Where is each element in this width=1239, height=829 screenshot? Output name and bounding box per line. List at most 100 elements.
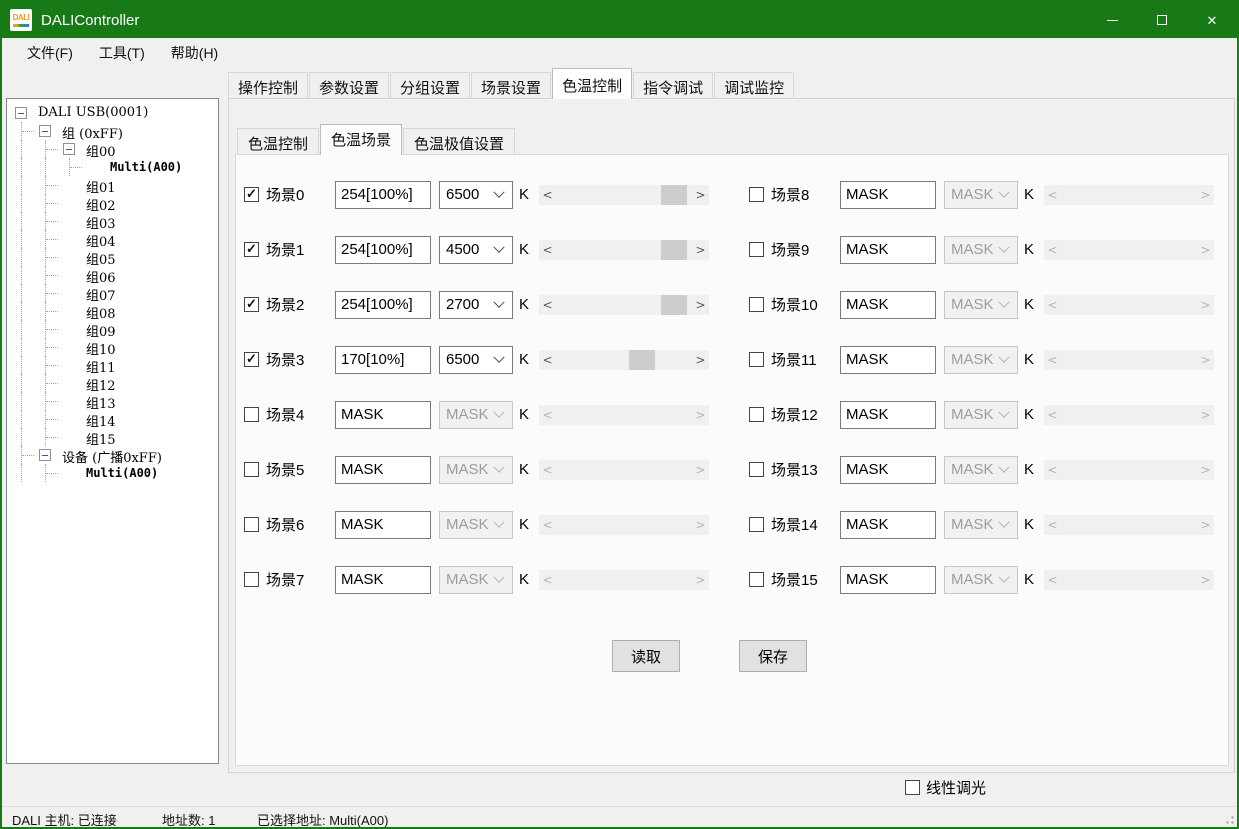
scene-scrollbar[interactable]: < > bbox=[1044, 350, 1214, 370]
tab-调试监控[interactable]: 调试监控 bbox=[714, 72, 794, 99]
tree-item[interactable]: Multi(A00) bbox=[7, 464, 218, 482]
scene-scrollbar[interactable]: < > bbox=[539, 405, 709, 425]
tab-色温极值设置[interactable]: 色温极值设置 bbox=[403, 128, 515, 155]
tab-指令调试[interactable]: 指令调试 bbox=[633, 72, 713, 99]
scene-checkbox[interactable]: ✓ bbox=[244, 517, 259, 532]
tree-item[interactable]: 组13 bbox=[7, 392, 218, 410]
tab-参数设置[interactable]: 参数设置 bbox=[309, 72, 389, 99]
scroll-right-icon[interactable]: > bbox=[1197, 570, 1214, 590]
tree-item-label[interactable]: Multi(A00) bbox=[110, 160, 182, 174]
tree-item[interactable]: DALI USB(0001) bbox=[7, 104, 218, 122]
scene-scrollbar[interactable]: < > bbox=[539, 460, 709, 480]
kelvin-dropdown[interactable]: 4500 bbox=[439, 236, 513, 264]
tree-item[interactable]: Multi(A00) bbox=[7, 158, 218, 176]
scene-scrollbar[interactable]: < > bbox=[1044, 240, 1214, 260]
linear-dimming-checkbox[interactable]: ✓ 线性调光 bbox=[905, 777, 986, 798]
scrollbar-thumb[interactable] bbox=[629, 350, 655, 370]
collapse-icon[interactable] bbox=[39, 125, 51, 137]
kelvin-dropdown[interactable]: MASK bbox=[944, 401, 1018, 429]
kelvin-dropdown[interactable]: 6500 bbox=[439, 181, 513, 209]
scene-checkbox[interactable]: ✓ bbox=[749, 297, 764, 312]
tree-item[interactable]: 组05 bbox=[7, 248, 218, 266]
scene-value-input[interactable] bbox=[840, 401, 936, 429]
scene-value-input[interactable] bbox=[335, 511, 431, 539]
scene-checkbox[interactable]: ✓ bbox=[749, 572, 764, 587]
tab-色温场景[interactable]: 色温场景 bbox=[320, 124, 402, 155]
scroll-right-icon[interactable]: > bbox=[692, 405, 709, 425]
menu-item[interactable]: 工具(T) bbox=[86, 38, 158, 68]
scroll-left-icon[interactable]: < bbox=[1044, 350, 1061, 370]
menu-item[interactable]: 帮助(H) bbox=[158, 38, 231, 68]
scene-checkbox[interactable]: ✓ bbox=[749, 352, 764, 367]
scroll-right-icon[interactable]: > bbox=[692, 295, 709, 315]
scroll-left-icon[interactable]: < bbox=[539, 405, 556, 425]
kelvin-dropdown[interactable]: 6500 bbox=[439, 346, 513, 374]
tree-item[interactable]: 组07 bbox=[7, 284, 218, 302]
menu-item[interactable]: 文件(F) bbox=[14, 38, 86, 68]
scene-value-input[interactable] bbox=[335, 346, 431, 374]
scroll-right-icon[interactable]: > bbox=[1197, 405, 1214, 425]
tree-item[interactable]: 组12 bbox=[7, 374, 218, 392]
tree-item-label[interactable]: DALI USB(0001) bbox=[38, 105, 148, 120]
scene-value-input[interactable] bbox=[840, 291, 936, 319]
scene-checkbox[interactable]: ✓ bbox=[749, 242, 764, 257]
scene-scrollbar[interactable]: < > bbox=[539, 185, 709, 205]
minimize-button[interactable] bbox=[1087, 2, 1137, 38]
tab-场景设置[interactable]: 场景设置 bbox=[471, 72, 551, 99]
scene-scrollbar[interactable]: < > bbox=[539, 295, 709, 315]
kelvin-dropdown[interactable]: MASK bbox=[944, 291, 1018, 319]
scene-checkbox[interactable]: ✓ bbox=[749, 407, 764, 422]
tree-item[interactable]: 组04 bbox=[7, 230, 218, 248]
kelvin-dropdown[interactable]: MASK bbox=[944, 181, 1018, 209]
scrollbar-thumb[interactable] bbox=[661, 185, 687, 205]
kelvin-dropdown[interactable]: MASK bbox=[944, 456, 1018, 484]
tree-item[interactable]: 组15 bbox=[7, 428, 218, 446]
scroll-right-icon[interactable]: > bbox=[1197, 240, 1214, 260]
close-button[interactable]: ✕ bbox=[1187, 2, 1237, 38]
kelvin-dropdown[interactable]: MASK bbox=[439, 401, 513, 429]
scroll-left-icon[interactable]: < bbox=[1044, 405, 1061, 425]
kelvin-dropdown[interactable]: MASK bbox=[439, 566, 513, 594]
scene-value-input[interactable] bbox=[840, 566, 936, 594]
maximize-button[interactable] bbox=[1137, 2, 1187, 38]
scene-value-input[interactable] bbox=[840, 236, 936, 264]
scene-scrollbar[interactable]: < > bbox=[539, 515, 709, 535]
scroll-left-icon[interactable]: < bbox=[1044, 295, 1061, 315]
scroll-right-icon[interactable]: > bbox=[692, 570, 709, 590]
read-button[interactable]: 读取 bbox=[612, 640, 680, 672]
scene-checkbox[interactable]: ✓ bbox=[244, 242, 259, 257]
scene-scrollbar[interactable]: < > bbox=[1044, 405, 1214, 425]
scene-value-input[interactable] bbox=[335, 291, 431, 319]
scene-value-input[interactable] bbox=[840, 511, 936, 539]
scroll-left-icon[interactable]: < bbox=[1044, 570, 1061, 590]
scene-value-input[interactable] bbox=[335, 181, 431, 209]
scene-scrollbar[interactable]: < > bbox=[539, 240, 709, 260]
tree-item[interactable]: 组10 bbox=[7, 338, 218, 356]
scene-scrollbar[interactable]: < > bbox=[1044, 515, 1214, 535]
kelvin-dropdown[interactable]: MASK bbox=[944, 511, 1018, 539]
scroll-left-icon[interactable]: < bbox=[1044, 460, 1061, 480]
scene-checkbox[interactable]: ✓ bbox=[244, 462, 259, 477]
tree-item[interactable]: 组06 bbox=[7, 266, 218, 284]
resize-grip-icon[interactable] bbox=[1223, 813, 1235, 825]
scene-scrollbar[interactable]: < > bbox=[539, 570, 709, 590]
scene-checkbox[interactable]: ✓ bbox=[244, 572, 259, 587]
scene-checkbox[interactable]: ✓ bbox=[749, 517, 764, 532]
scroll-left-icon[interactable]: < bbox=[1044, 515, 1061, 535]
scene-scrollbar[interactable]: < > bbox=[1044, 295, 1214, 315]
scene-scrollbar[interactable]: < > bbox=[1044, 460, 1214, 480]
scene-scrollbar[interactable]: < > bbox=[1044, 570, 1214, 590]
save-button[interactable]: 保存 bbox=[739, 640, 807, 672]
collapse-icon[interactable] bbox=[15, 107, 27, 119]
scrollbar-thumb[interactable] bbox=[661, 295, 687, 315]
scroll-left-icon[interactable]: < bbox=[539, 240, 556, 260]
scene-value-input[interactable] bbox=[335, 456, 431, 484]
scroll-left-icon[interactable]: < bbox=[539, 350, 556, 370]
scroll-right-icon[interactable]: > bbox=[1197, 515, 1214, 535]
scene-checkbox[interactable]: ✓ bbox=[244, 407, 259, 422]
scene-scrollbar[interactable]: < > bbox=[1044, 185, 1214, 205]
kelvin-dropdown[interactable]: MASK bbox=[944, 236, 1018, 264]
scroll-left-icon[interactable]: < bbox=[539, 570, 556, 590]
scroll-left-icon[interactable]: < bbox=[539, 515, 556, 535]
tab-色温控制[interactable]: 色温控制 bbox=[237, 128, 319, 155]
